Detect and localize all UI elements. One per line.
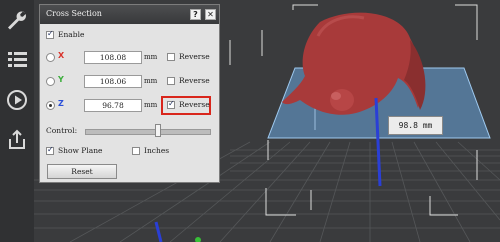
help-button[interactable]: ? — [190, 9, 201, 20]
axis-z-reverse-label: Reverse — [179, 100, 210, 109]
axis-y-reverse-label: Reverse — [179, 76, 210, 85]
axis-x-reverse-checkbox[interactable] — [167, 53, 175, 61]
inches-label: Inches — [144, 146, 170, 155]
axis-y-unit: mm — [144, 77, 158, 85]
show-plane-label: Show Plane — [58, 146, 103, 155]
play-icon[interactable] — [5, 88, 29, 112]
enable-checkbox[interactable] — [46, 29, 54, 39]
reset-button[interactable]: Reset — [47, 164, 117, 179]
show-plane-checkbox[interactable] — [46, 145, 54, 155]
axis-x-radio[interactable] — [46, 53, 55, 62]
panel-title: Cross Section — [46, 9, 102, 18]
panel-header: Cross Section ? ✕ — [40, 5, 219, 24]
axis-z-reverse-checkbox[interactable] — [167, 99, 175, 109]
axis-line-left — [154, 221, 163, 242]
axis-z-value-input[interactable]: 96.78 — [84, 99, 142, 112]
axis-origin — [195, 237, 201, 242]
axis-y-radio[interactable] — [46, 77, 55, 86]
axis-x-value-input[interactable]: 108.08 — [84, 51, 142, 64]
control-slider-thumb[interactable] — [155, 124, 161, 137]
enable-label: Enable — [58, 30, 85, 39]
axis-x-indicator: X — [58, 51, 65, 60]
cross-section-panel: Cross Section ? ✕ Enable X 108.08 mm Rev… — [39, 4, 220, 183]
axis-z-unit: mm — [144, 101, 158, 109]
axis-z-radio[interactable] — [46, 101, 55, 110]
export-icon[interactable] — [5, 128, 29, 152]
inches-checkbox[interactable] — [132, 147, 140, 155]
axis-z-indicator: Z — [58, 99, 64, 108]
axis-x-reverse-label: Reverse — [179, 52, 210, 61]
axis-y-indicator: Y — [58, 75, 64, 84]
list-icon[interactable] — [5, 48, 29, 72]
control-slider-track[interactable] — [85, 129, 211, 135]
left-toolbar — [0, 0, 34, 242]
close-button[interactable]: ✕ — [205, 9, 216, 20]
axis-y-value-input[interactable]: 108.06 — [84, 75, 142, 88]
axis-y-reverse-checkbox[interactable] — [167, 77, 175, 85]
axis-x-unit: mm — [144, 53, 158, 61]
control-label: Control: — [46, 126, 78, 135]
wrench-icon[interactable] — [5, 8, 29, 32]
measurement-label: 98.8 mm — [388, 116, 443, 135]
